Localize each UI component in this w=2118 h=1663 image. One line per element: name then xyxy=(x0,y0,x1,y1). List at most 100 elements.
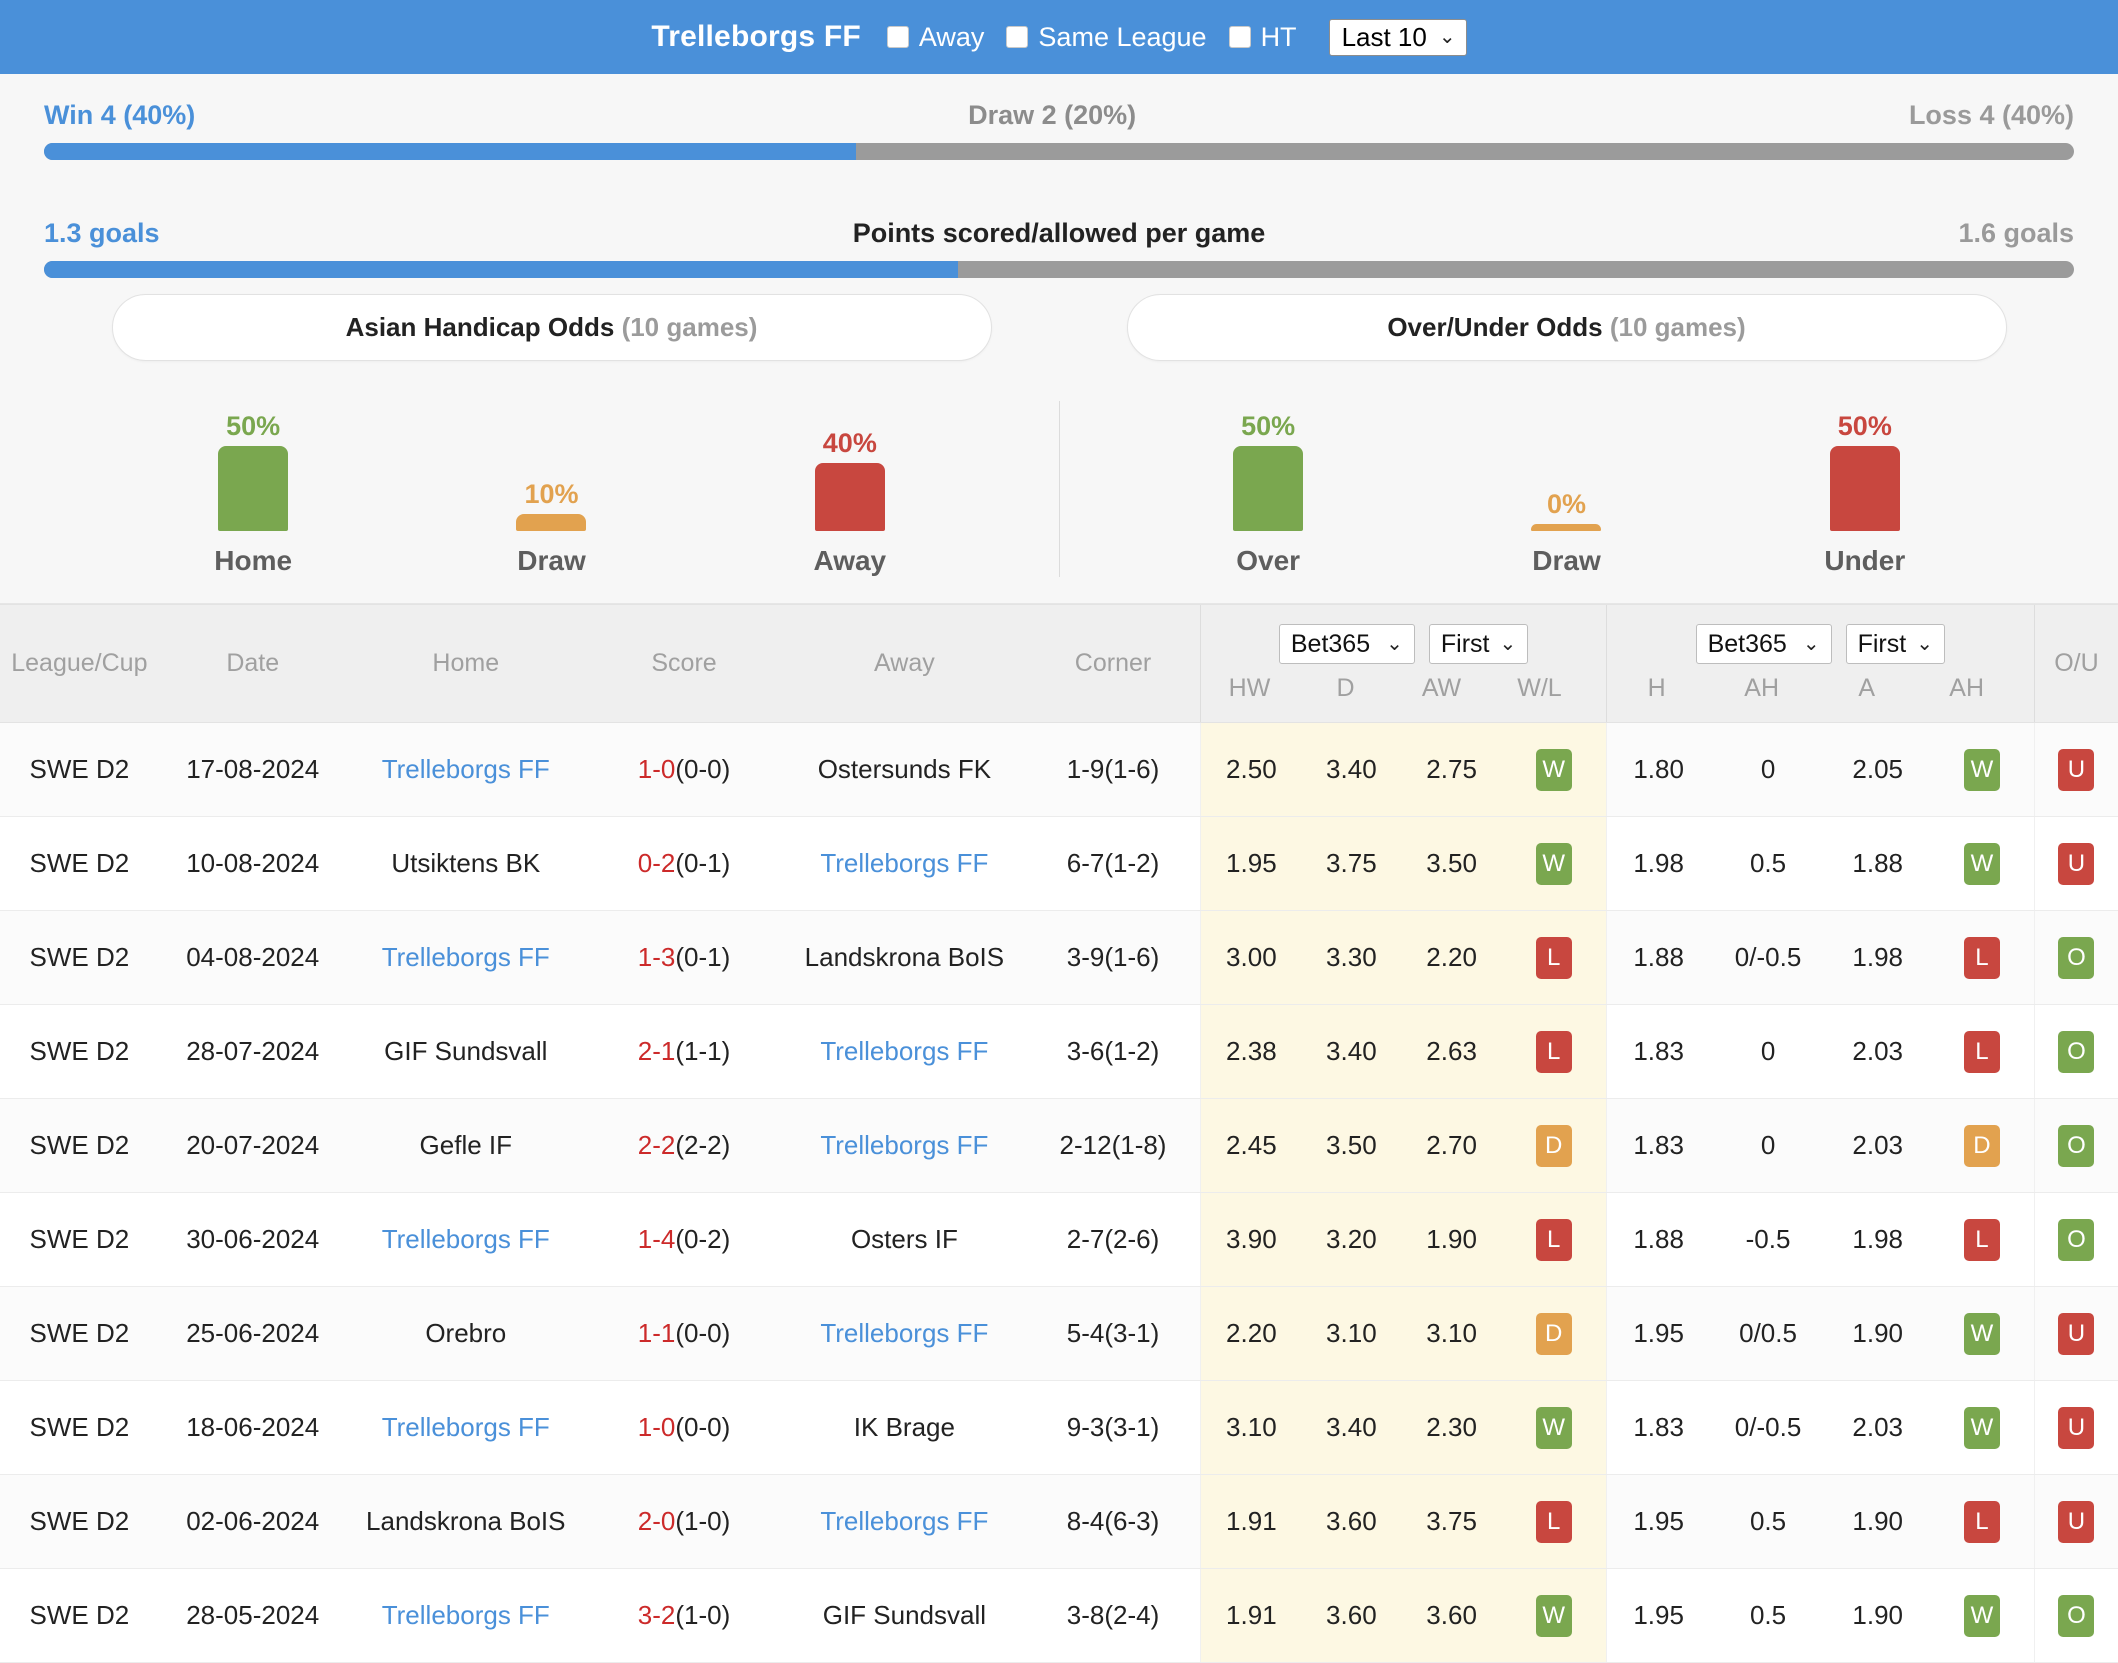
cell-a: 2.03 xyxy=(1825,1004,1930,1099)
matches-table-body: SWE D2 17-08-2024 Trelleborgs FF 1-0(0-0) Os… xyxy=(0,722,2118,1663)
cell-wl: D xyxy=(1501,1286,1607,1381)
bar-shape xyxy=(516,514,587,531)
ou-bookmaker-select[interactable]: Bet365 ⌄ xyxy=(1695,623,1832,665)
cell-away-team[interactable]: Trelleborgs FF xyxy=(783,1474,1026,1569)
cell-home-team[interactable]: Utsiktens BK xyxy=(346,816,585,911)
cell-ah: 0/0.5 xyxy=(1710,1286,1826,1381)
cell-home-team[interactable]: Trelleborgs FF xyxy=(346,1380,585,1475)
cell-date: 02-06-2024 xyxy=(158,1474,347,1569)
draw-label: Draw 2 (20%) xyxy=(968,100,1137,130)
col-header-league[interactable]: League/Cup xyxy=(0,604,159,723)
cell-aw: 2.20 xyxy=(1401,910,1502,1005)
ah-result-badge: L xyxy=(1963,1218,2000,1261)
cell-away-team[interactable]: Trelleborgs FF xyxy=(783,1286,1026,1381)
table-row[interactable]: SWE D2 04-08-2024 Trelleborgs FF 1-3(0-1) La… xyxy=(0,910,2118,1005)
wl-badge: W xyxy=(1535,1406,1572,1449)
cell-away-team[interactable]: Trelleborgs FF xyxy=(783,1004,1026,1099)
col-header-away[interactable]: Away xyxy=(783,604,1026,723)
cell-home-team[interactable]: Trelleborgs FF xyxy=(346,1568,585,1663)
same-league-checkbox[interactable] xyxy=(1006,26,1029,48)
table-row[interactable]: SWE D2 17-08-2024 Trelleborgs FF 1-0(0-0) Os… xyxy=(0,722,2118,817)
wl-badge: W xyxy=(1535,1594,1572,1637)
asian-handicap-chart: 50% Home 10% Draw 40% Away xyxy=(44,413,1059,577)
ou-result-badge: O xyxy=(2058,1124,2095,1167)
cell-ou-result: O xyxy=(2033,1192,2118,1287)
table-row[interactable]: SWE D2 20-07-2024 Gefle IF 2-2(2-2) Trellebo… xyxy=(0,1098,2118,1193)
filter-away[interactable]: Away xyxy=(886,22,984,53)
cell-league: SWE D2 xyxy=(0,722,159,817)
cell-d: 3.50 xyxy=(1301,1098,1402,1193)
table-row[interactable]: SWE D2 30-06-2024 Trelleborgs FF 1-4(0-2) Os… xyxy=(0,1192,2118,1287)
ah-period-select[interactable]: First ⌄ xyxy=(1428,623,1529,665)
cell-corner: 8-4(6-3) xyxy=(1025,1474,1201,1569)
wl-badge: D xyxy=(1535,1124,1572,1167)
table-row[interactable]: SWE D2 28-05-2024 Trelleborgs FF 3-2(1-0) GI… xyxy=(0,1568,2118,1663)
wl-badge: W xyxy=(1535,748,1572,791)
cell-home-team[interactable]: Trelleborgs FF xyxy=(346,1192,585,1287)
col-header-home[interactable]: Home xyxy=(346,604,585,723)
away-checkbox[interactable] xyxy=(886,26,909,48)
cell-away-team[interactable]: GIF Sundsvall xyxy=(783,1568,1026,1663)
cell-ah: -0.5 xyxy=(1710,1192,1826,1287)
cell-away-team[interactable]: Trelleborgs FF xyxy=(783,816,1026,911)
cell-away-team[interactable]: Trelleborgs FF xyxy=(783,1098,1026,1193)
cell-a: 1.90 xyxy=(1825,1286,1930,1381)
ah-bookmaker-select[interactable]: Bet365 ⌄ xyxy=(1278,623,1415,665)
col-header-corner[interactable]: Corner xyxy=(1025,604,1201,723)
odds-bar-charts: 50% Home 10% Draw 40% Away 50% Over 0% Draw 50% Un… xyxy=(44,361,2074,603)
table-row[interactable]: SWE D2 10-08-2024 Utsiktens BK 0-2(0-1) Trel… xyxy=(0,816,2118,911)
chevron-down-icon: ⌄ xyxy=(1499,633,1517,655)
loss-label: Loss 4 (40%) xyxy=(1908,100,2074,130)
ah-result-badge: L xyxy=(1963,1500,2000,1543)
col-header-ah2: AH xyxy=(1949,674,1985,703)
cell-ou-result: U xyxy=(2033,1286,2118,1381)
cell-home-team[interactable]: Trelleborgs FF xyxy=(346,722,585,817)
cell-hw: 2.20 xyxy=(1200,1286,1302,1381)
cell-d: 3.30 xyxy=(1301,910,1402,1005)
cell-d: 3.40 xyxy=(1301,1004,1402,1099)
cell-h: 1.88 xyxy=(1605,1192,1711,1287)
ah-subheaders: HW D AW W/L xyxy=(1201,674,1605,703)
cell-h: 1.83 xyxy=(1605,1098,1711,1193)
cell-home-team[interactable]: GIF Sundsvall xyxy=(346,1004,585,1099)
cell-away-team[interactable]: Osters IF xyxy=(783,1192,1026,1287)
over-under-chart: 50% Over 0% Draw 50% Under xyxy=(1059,413,2074,577)
range-select[interactable]: Last 10 ⌄ xyxy=(1328,18,1467,56)
col-header-d: D xyxy=(1336,674,1355,703)
col-header-date[interactable]: Date xyxy=(158,604,347,723)
cell-home-team[interactable]: Landskrona BoIS xyxy=(346,1474,585,1569)
cell-home-team[interactable]: Gefle IF xyxy=(346,1098,585,1193)
filter-ht[interactable]: HT xyxy=(1228,22,1297,53)
cell-ah-result: L xyxy=(1929,1004,2035,1099)
cell-home-team[interactable]: Trelleborgs FF xyxy=(346,910,585,1005)
cell-date: 28-05-2024 xyxy=(158,1568,347,1663)
cell-away-team[interactable]: Ostersunds FK xyxy=(783,722,1026,817)
cell-hw: 2.50 xyxy=(1200,722,1302,817)
filter-same-league[interactable]: Same League xyxy=(1006,21,1207,53)
same-league-label: Same League xyxy=(1038,21,1207,52)
cell-away-team[interactable]: Landskrona BoIS xyxy=(783,910,1026,1005)
ht-checkbox[interactable] xyxy=(1228,26,1251,48)
goals-title: Points scored/allowed per game xyxy=(852,218,1266,248)
cell-a: 2.03 xyxy=(1825,1098,1930,1193)
cell-home-team[interactable]: Orebro xyxy=(346,1286,585,1381)
cell-away-team[interactable]: IK Brage xyxy=(783,1380,1026,1475)
table-row[interactable]: SWE D2 02-06-2024 Landskrona BoIS 2-0(1-0) T… xyxy=(0,1474,2118,1569)
cell-ah: 0.5 xyxy=(1710,1568,1826,1663)
col-header-score[interactable]: Score xyxy=(584,604,784,723)
win-label: Win 4 (40%) xyxy=(44,100,196,130)
cell-score: 1-0(0-0) xyxy=(584,722,784,817)
cell-aw: 3.60 xyxy=(1401,1568,1502,1663)
ah-period-value: First xyxy=(1440,629,1490,658)
ou-period-select[interactable]: First ⌄ xyxy=(1845,623,1945,665)
tab-over-under-odds[interactable]: Over/Under Odds (10 games) xyxy=(1126,294,2007,361)
ou-result-badge: O xyxy=(2058,1218,2095,1261)
cell-a: 1.90 xyxy=(1825,1474,1930,1569)
table-row[interactable]: SWE D2 18-06-2024 Trelleborgs FF 1-0(0-0) IK… xyxy=(0,1380,2118,1475)
table-row[interactable]: SWE D2 25-06-2024 Orebro 1-1(0-0) Trelleborg… xyxy=(0,1286,2118,1381)
table-row[interactable]: SWE D2 28-07-2024 GIF Sundsvall 2-1(1-1) Tre… xyxy=(0,1004,2118,1099)
bar-value-label: 0% xyxy=(1546,489,1586,519)
cell-corner: 9-3(3-1) xyxy=(1025,1380,1201,1475)
col-header-h: H xyxy=(1647,674,1666,703)
tab-asian-handicap-odds[interactable]: Asian Handicap Odds (10 games) xyxy=(111,294,992,361)
